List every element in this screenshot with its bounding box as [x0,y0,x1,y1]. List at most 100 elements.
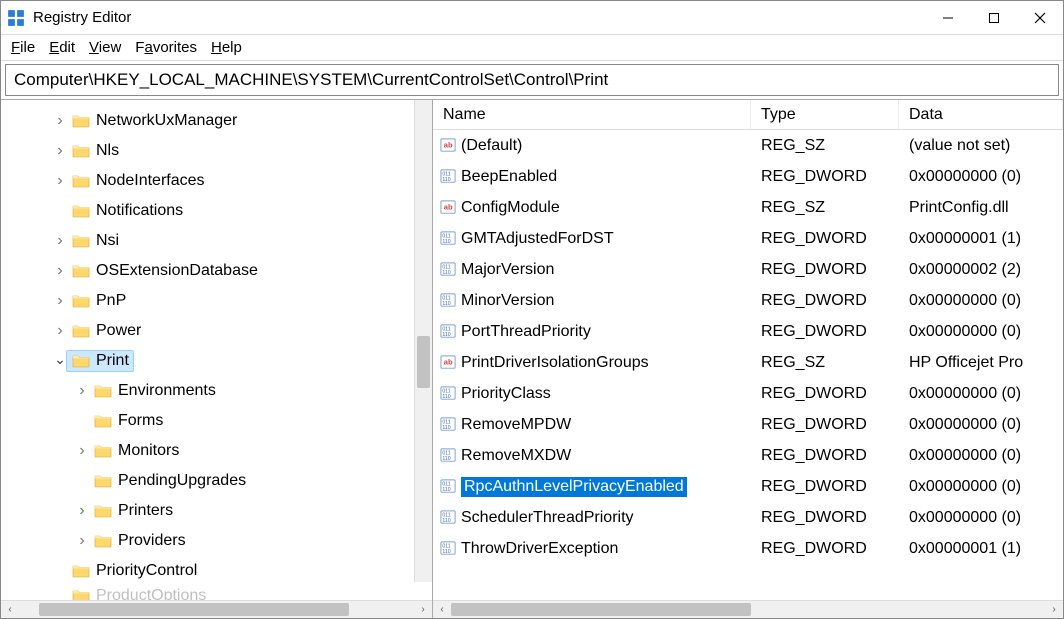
value-name: ThrowDriverException [461,540,618,558]
scroll-left-button[interactable]: ‹ [1,601,19,618]
reg-string-icon [439,199,457,217]
value-name: SchedulerThreadPriority [461,509,634,527]
value-type: REG_DWORD [751,292,899,310]
reg-string-icon [439,354,457,372]
tree-item[interactable]: PriorityControl [1,556,432,586]
chevron-right-icon[interactable] [53,172,67,190]
scroll-left-button[interactable]: ‹ [433,601,451,618]
minimize-button[interactable] [925,1,971,34]
value-data: 0x00000000 (0) [899,385,1063,403]
chevron-right-icon[interactable] [75,382,89,400]
value-name: MinorVersion [461,292,554,310]
menu-view[interactable]: View [89,39,121,56]
tree-item[interactable]: NetworkUxManager [1,106,432,136]
column-header-name[interactable]: Name [433,100,751,129]
value-data: 0x00000000 (0) [899,416,1063,434]
value-type: REG_SZ [751,354,899,372]
tree-item[interactable]: Power [1,316,432,346]
tree-item[interactable]: Providers [1,526,432,556]
tree-item[interactable]: Environments [1,376,432,406]
value-row[interactable]: SchedulerThreadPriorityREG_DWORD0x000000… [433,502,1063,533]
value-type: REG_DWORD [751,385,899,403]
tree-horizontal-scrollbar-thumb[interactable] [39,603,349,616]
main-content: NetworkUxManager Nls NodeInterfacesNotific… [1,99,1063,618]
tree-horizontal-scrollbar[interactable]: ‹ › [1,600,432,618]
tree-item[interactable]: Printers [1,496,432,526]
value-row[interactable]: BeepEnabledREG_DWORD0x00000000 (0) [433,161,1063,192]
chevron-right-icon[interactable] [53,142,67,160]
chevron-right-icon[interactable] [53,292,67,310]
chevron-right-icon[interactable] [53,232,67,250]
chevron-right-icon[interactable] [53,322,67,340]
value-type: REG_SZ [751,199,899,217]
columns-header: Name Type Data [433,100,1063,130]
address-bar[interactable]: Computer\HKEY_LOCAL_MACHINE\SYSTEM\Curre… [5,64,1059,96]
value-name: RpcAuthnLevelPrivacyEnabled [461,477,687,497]
reg-binary-icon [439,540,457,558]
tree-item[interactable]: OSExtensionDatabase [1,256,432,286]
value-row[interactable]: RemoveMPDWREG_DWORD0x00000000 (0) [433,409,1063,440]
chevron-right-icon[interactable] [75,532,89,550]
folder-icon [72,113,92,129]
tree-item-label: Forms [118,412,163,430]
value-row[interactable]: PrintDriverIsolationGroupsREG_SZHP Offic… [433,347,1063,378]
value-row[interactable]: GMTAdjustedForDSTREG_DWORD0x00000001 (1) [433,223,1063,254]
tree-item[interactable]: PendingUpgrades [1,466,432,496]
tree-item[interactable]: Forms [1,406,432,436]
tree-item-label: Print [96,352,129,370]
chevron-right-icon[interactable] [75,502,89,520]
chevron-down-icon[interactable] [53,353,67,370]
scroll-right-button[interactable]: › [414,601,432,618]
value-row[interactable]: PortThreadPriorityREG_DWORD0x00000000 (0… [433,316,1063,347]
column-header-type[interactable]: Type [751,100,899,129]
value-row[interactable]: ConfigModuleREG_SZPrintConfig.dll [433,192,1063,223]
value-type: REG_DWORD [751,323,899,341]
folder-icon [94,383,114,399]
tree-item[interactable]: PnP [1,286,432,316]
menu-edit[interactable]: Edit [49,39,75,56]
folder-icon [94,473,114,489]
folder-icon [94,533,114,549]
tree-item-label: Environments [118,382,216,400]
tree-item[interactable]: ProductOptions [1,586,432,600]
value-row[interactable]: MajorVersionREG_DWORD0x00000002 (2) [433,254,1063,285]
value-type: REG_DWORD [751,447,899,465]
tree-item[interactable]: NodeInterfaces [1,166,432,196]
tree-item[interactable]: Monitors [1,436,432,466]
value-type: REG_DWORD [751,261,899,279]
values-horizontal-scrollbar-thumb[interactable] [451,603,751,616]
tree-vertical-scrollbar[interactable] [414,100,432,582]
values-horizontal-scrollbar[interactable]: ‹ › [433,600,1063,618]
tree-item[interactable]: Print [1,346,432,376]
folder-icon [72,323,92,339]
menu-help[interactable]: Help [211,39,242,56]
menu-file[interactable]: File [11,39,35,56]
maximize-button[interactable] [971,1,1017,34]
chevron-right-icon[interactable] [53,112,67,130]
folder-icon [72,563,92,579]
tree-item-label: Nls [96,142,119,160]
reg-binary-icon [439,168,457,186]
value-row[interactable]: (Default)REG_SZ(value not set) [433,130,1063,161]
tree-item[interactable]: Notifications [1,196,432,226]
menu-favorites[interactable]: Favorites [135,39,197,56]
value-row[interactable]: RpcAuthnLevelPrivacyEnabledREG_DWORD0x00… [433,471,1063,502]
value-row[interactable]: RemoveMXDWREG_DWORD0x00000000 (0) [433,440,1063,471]
tree-item-label: Monitors [118,442,179,460]
reg-string-icon [439,137,457,155]
column-header-data[interactable]: Data [899,100,1063,129]
chevron-right-icon[interactable] [75,442,89,460]
reg-binary-icon [439,323,457,341]
value-row[interactable]: PriorityClassREG_DWORD0x00000000 (0) [433,378,1063,409]
value-type: REG_DWORD [751,168,899,186]
close-button[interactable] [1017,1,1063,34]
tree-item[interactable]: Nsi [1,226,432,256]
value-row[interactable]: ThrowDriverExceptionREG_DWORD0x00000001 … [433,533,1063,564]
tree-vertical-scrollbar-thumb[interactable] [417,336,430,388]
tree-item-label: ProductOptions [96,587,206,600]
tree-item[interactable]: Nls [1,136,432,166]
chevron-right-icon[interactable] [53,262,67,280]
scroll-right-button[interactable]: › [1045,601,1063,618]
tree-item-label: Printers [118,502,173,520]
value-row[interactable]: MinorVersionREG_DWORD0x00000000 (0) [433,285,1063,316]
